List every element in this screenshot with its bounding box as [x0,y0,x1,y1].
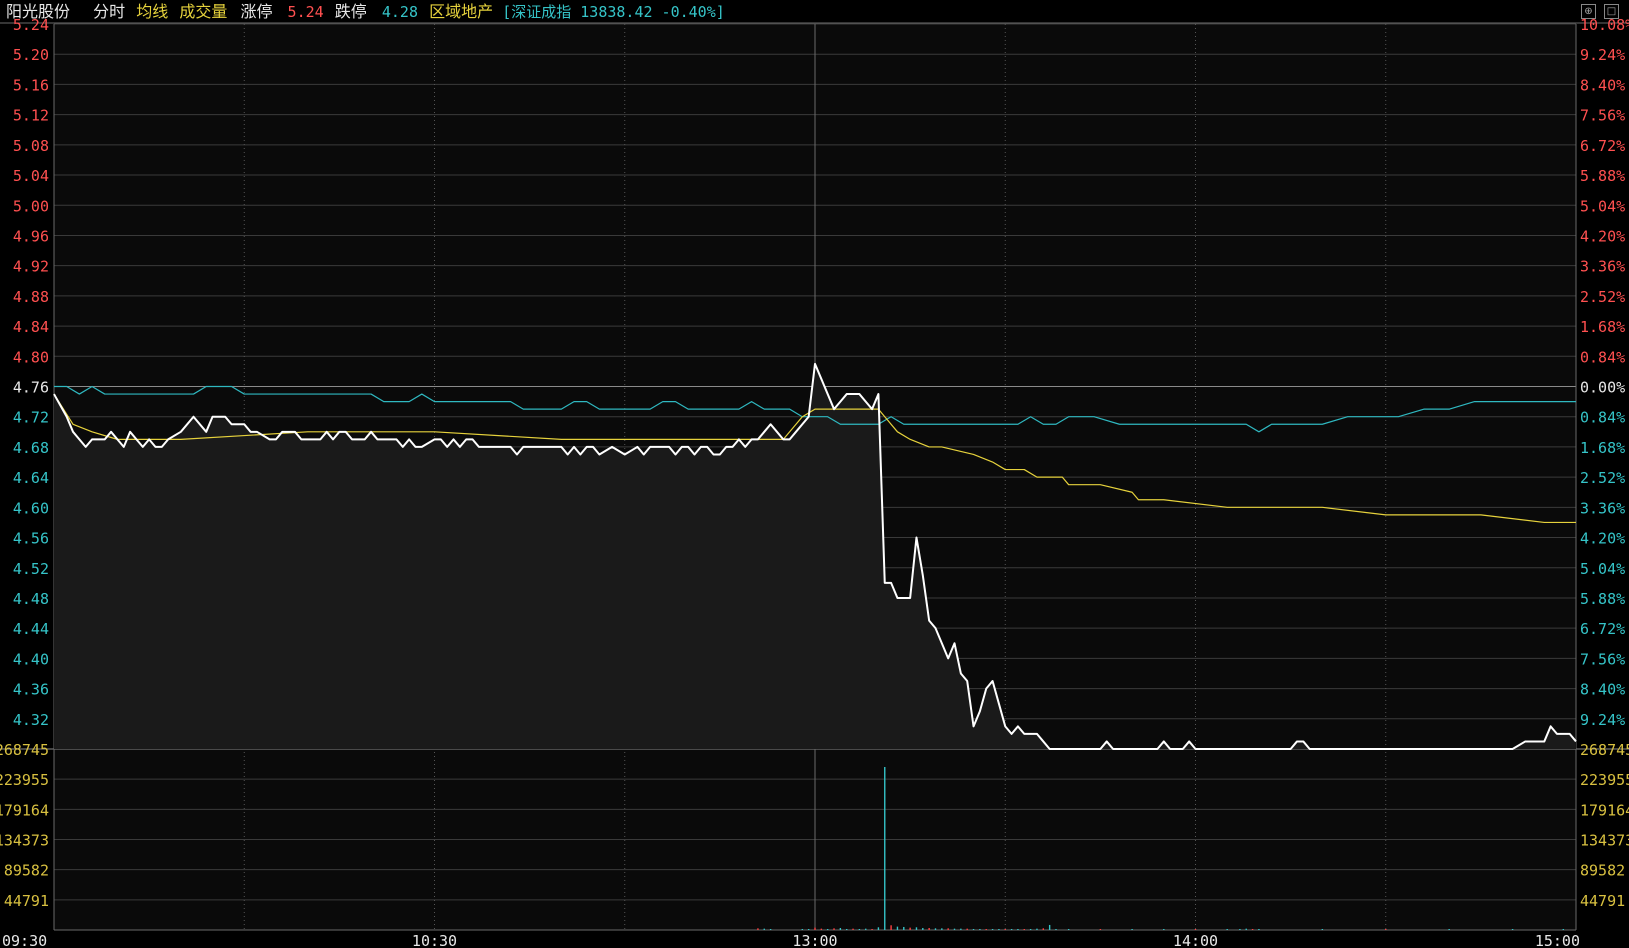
percent-tick-label: 0.84% [1580,348,1625,366]
volume-tick-label-right: 268745 [1580,741,1629,759]
volume-tick-label-right: 134373 [1580,831,1629,849]
percent-tick-label: 10.08% [1580,16,1629,34]
percent-tick-label: 5.88% [1580,167,1625,185]
price-tick-label: 4.60 [13,499,49,517]
percent-tick-label: 4.20% [1580,530,1625,548]
percent-tick-label: 4.20% [1580,227,1625,245]
price-tick-label: 4.76 [13,379,49,397]
price-tick-label: 5.08 [13,137,49,155]
price-tick-label: 4.72 [13,409,49,427]
percent-tick-label: 0.84% [1580,409,1625,427]
time-tick-label: 14:00 [1173,932,1218,948]
price-tick-label: 4.36 [13,681,49,699]
percent-axis: 10.08% 9.24% 8.40% 7.56% 6.72% 5.88% 5.04% 4.20… [1580,16,1629,910]
percent-tick-label: 1.68% [1580,439,1625,457]
price-tick-label: 4.32 [13,711,49,729]
volume-tick-label-right: 89582 [1580,862,1625,880]
percent-tick-label: 7.56% [1580,107,1625,125]
time-axis: 09:30 10:30 13:00 14:00 15:00 [2,932,1580,948]
percent-tick-label: 7.56% [1580,650,1625,668]
percent-tick-label: 8.40% [1580,76,1625,94]
volume-tick-label: 179164 [0,801,49,819]
price-tick-label: 4.44 [13,620,49,638]
time-tick-label: 09:30 [2,932,47,948]
percent-tick-label: 9.24% [1580,46,1625,64]
price-tick-label: 5.24 [13,16,49,34]
price-tick-label: 4.56 [13,530,49,548]
price-tick-label: 4.92 [13,258,49,276]
percent-tick-label: 5.04% [1580,197,1625,215]
percent-tick-label: 5.04% [1580,560,1625,578]
intraday-chart[interactable]: 5.24 5.20 5.16 5.12 5.08 5.04 5.00 4.96 4.92 4.88… [0,0,1629,948]
price-tick-label: 4.64 [13,469,49,487]
price-tick-label: 5.16 [13,76,49,94]
price-tick-label: 5.00 [13,197,49,215]
price-tick-label: 4.80 [13,348,49,366]
percent-tick-label: 0.00% [1580,379,1625,397]
percent-tick-label: 6.72% [1580,137,1625,155]
volume-tick-label-right: 223955 [1580,771,1629,789]
price-tick-label: 4.84 [13,318,49,336]
percent-tick-label: 9.24% [1580,711,1625,729]
price-tick-label: 4.52 [13,560,49,578]
price-tick-label: 5.04 [13,167,49,185]
volume-tick-label: 223955 [0,771,49,789]
volume-tick-label: 134373 [0,831,49,849]
volume-tick-label: 268745 [0,741,49,759]
volume-tick-label: 44791 [4,892,49,910]
percent-tick-label: 6.72% [1580,620,1625,638]
time-tick-label: 13:00 [792,932,837,948]
percent-tick-label: 3.36% [1580,258,1625,276]
percent-tick-label: 3.36% [1580,499,1625,517]
price-tick-label: 5.20 [13,46,49,64]
price-tick-label: 4.48 [13,590,49,608]
percent-tick-label: 8.40% [1580,681,1625,699]
time-tick-label: 15:00 [1535,932,1580,948]
percent-tick-label: 5.88% [1580,590,1625,608]
price-tick-label: 4.96 [13,227,49,245]
volume-tick-label: 89582 [4,862,49,880]
price-tick-label: 4.68 [13,439,49,457]
price-axis: 5.24 5.20 5.16 5.12 5.08 5.04 5.00 4.96 4.92 4.88… [0,16,49,910]
price-tick-label: 4.40 [13,650,49,668]
price-tick-label: 5.12 [13,107,49,125]
time-tick-label: 10:30 [412,932,457,948]
percent-tick-label: 2.52% [1580,469,1625,487]
percent-tick-label: 1.68% [1580,318,1625,336]
volume-tick-label-right: 179164 [1580,801,1629,819]
volume-tick-label-right: 44791 [1580,892,1625,910]
percent-tick-label: 2.52% [1580,288,1625,306]
price-tick-label: 4.88 [13,288,49,306]
